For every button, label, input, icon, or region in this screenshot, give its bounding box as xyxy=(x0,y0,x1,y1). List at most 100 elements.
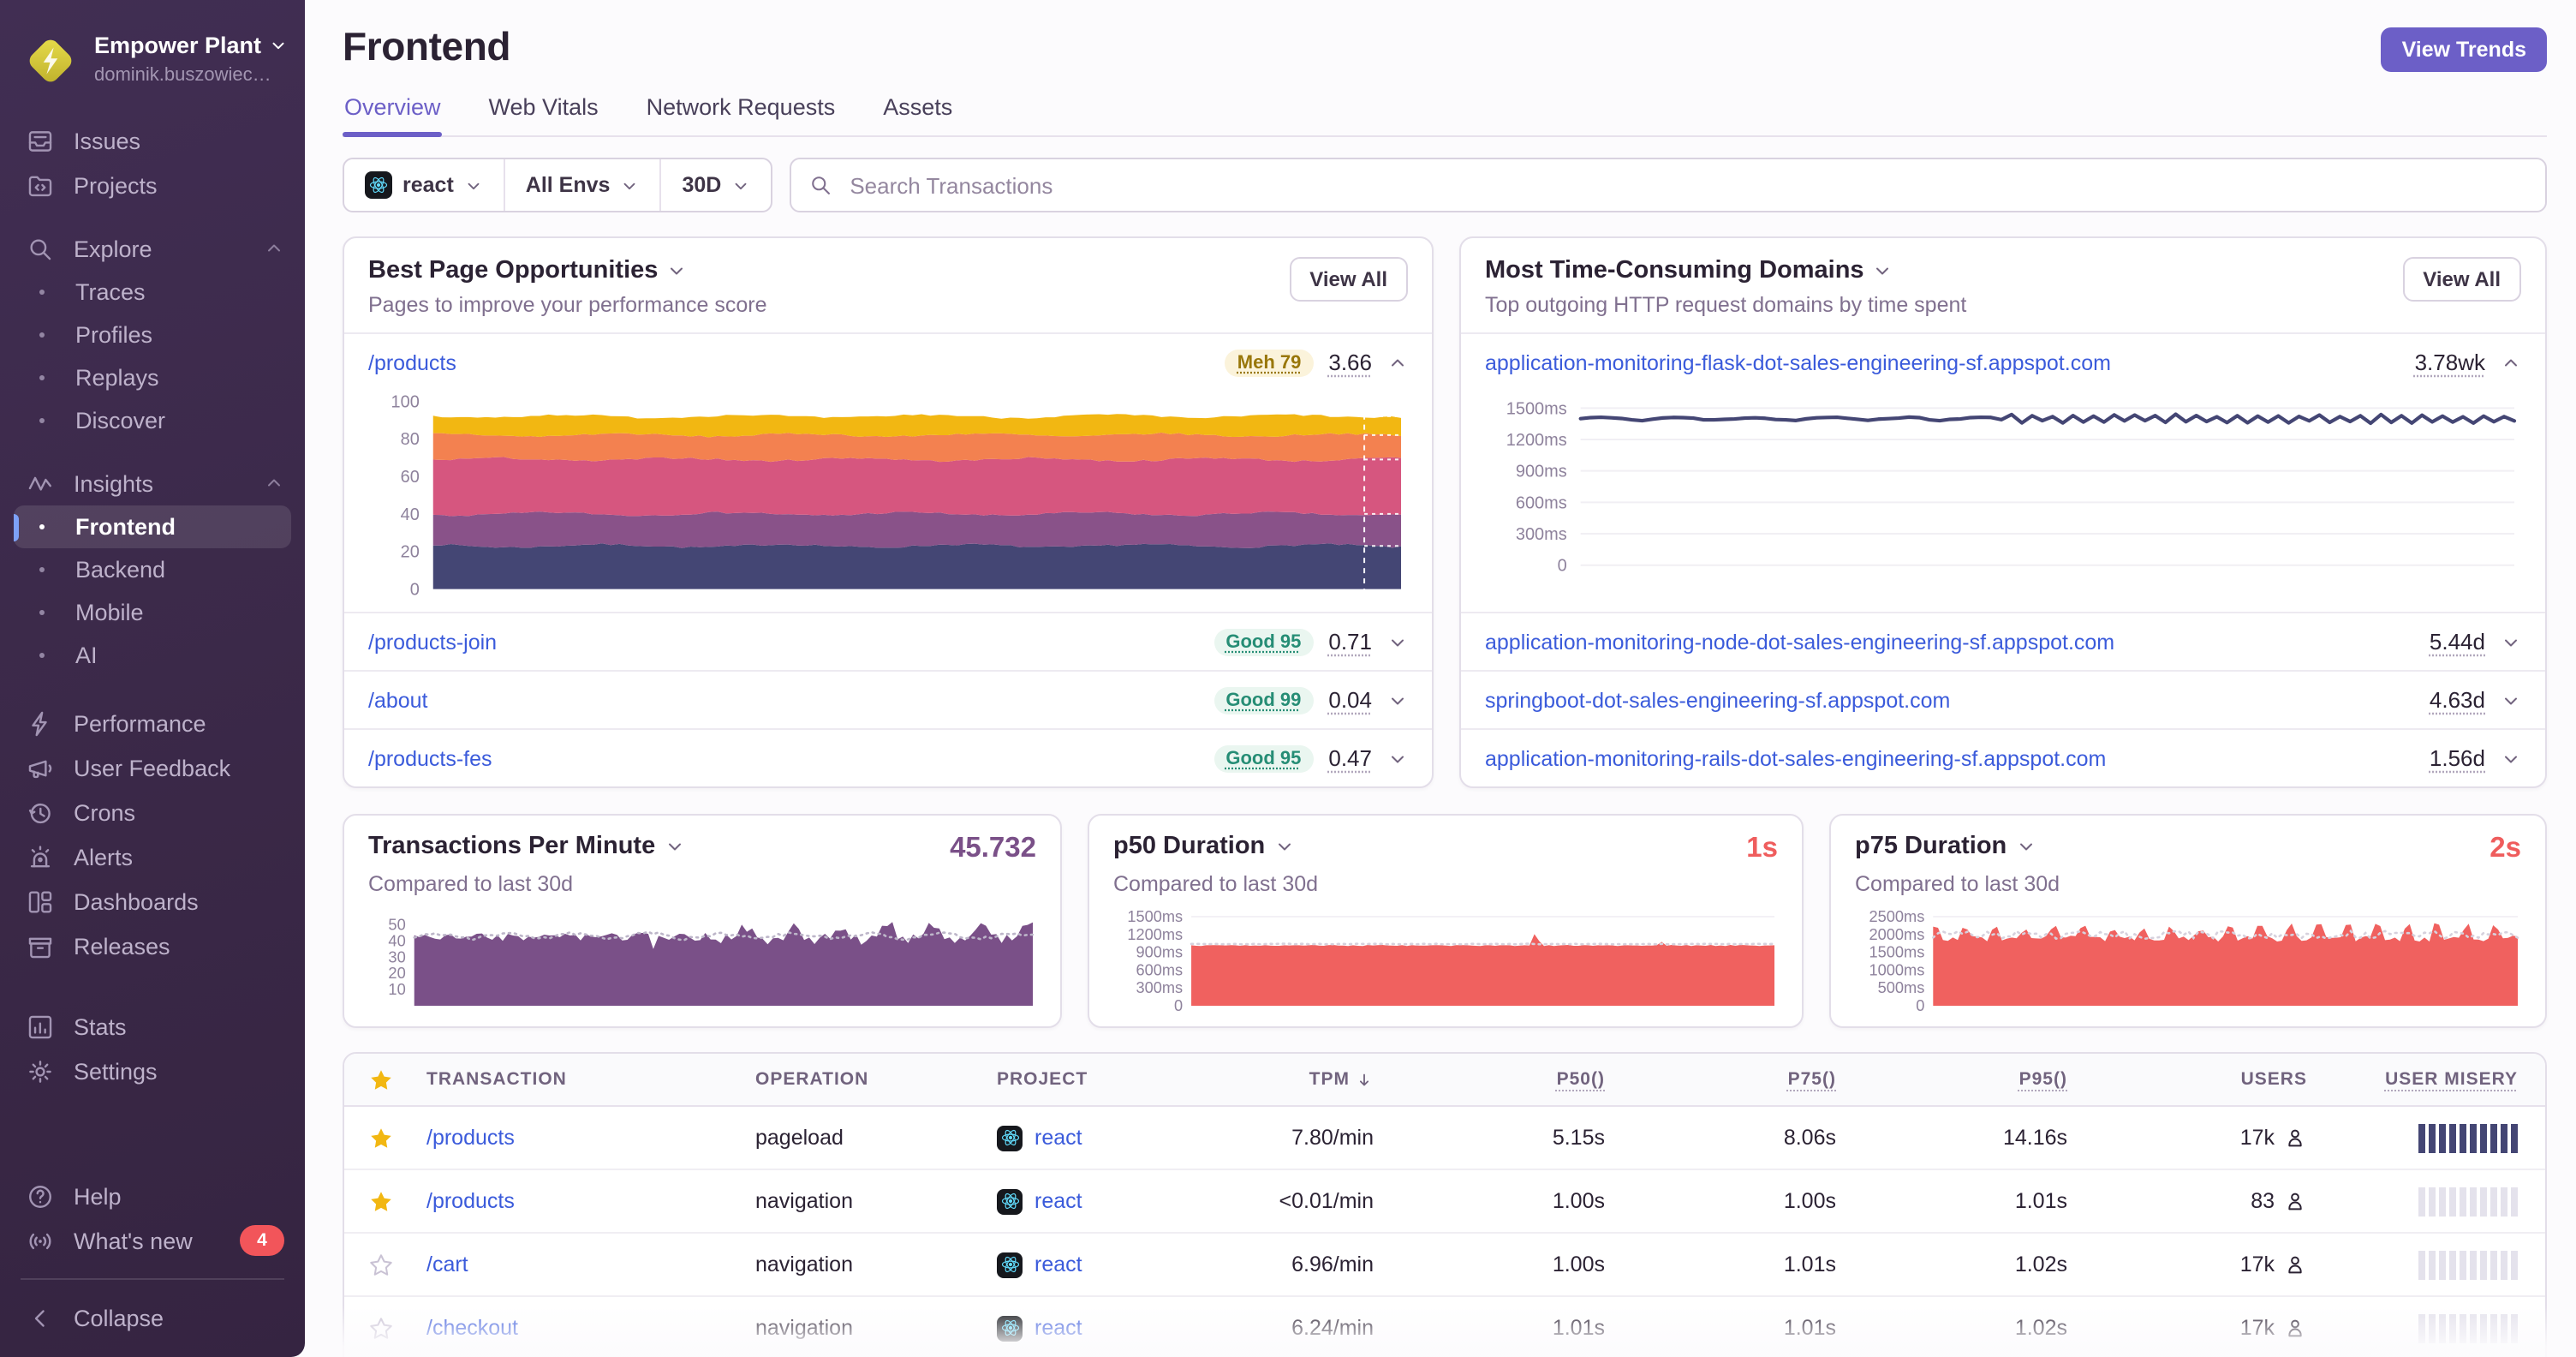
view-trends-button[interactable]: View Trends xyxy=(2381,27,2547,72)
chevron-up-icon[interactable] xyxy=(2501,352,2521,373)
sidebar-item-collapse[interactable]: Collapse xyxy=(0,1295,305,1340)
tab-overview[interactable]: Overview xyxy=(343,94,444,137)
score-badge[interactable]: Good 99 xyxy=(1213,686,1314,714)
domain-row-expanded[interactable]: application-monitoring-flask-dot-sales-e… xyxy=(1461,332,2545,391)
domain-link[interactable]: application-monitoring-rails-dot-sales-e… xyxy=(1485,746,2106,770)
chevron-down-icon[interactable] xyxy=(1387,690,1408,710)
table-row[interactable]: /products pageload react 7.80/min 5.15s 8.06s… xyxy=(344,1107,2545,1170)
tab-network-requests[interactable]: Network Requests xyxy=(645,94,838,135)
sidebar-item-discover[interactable]: Discover xyxy=(0,399,305,442)
environment-filter[interactable]: All Envs xyxy=(505,159,662,211)
project-cell[interactable]: react xyxy=(987,1315,1243,1341)
transaction-link[interactable]: /checkout xyxy=(416,1316,755,1340)
chevron-up-icon[interactable] xyxy=(1387,352,1408,373)
sidebar-item-issues[interactable]: Issues xyxy=(0,118,305,163)
chevron-down-icon[interactable] xyxy=(1387,748,1408,768)
time-spent-value[interactable]: 1.56d xyxy=(2430,745,2485,771)
project-link[interactable]: react xyxy=(1035,1189,1082,1213)
domain-row[interactable]: application-monitoring-rails-dot-sales-e… xyxy=(1461,728,2545,786)
time-spent-value[interactable]: 4.63d xyxy=(2430,687,2485,713)
view-all-button[interactable]: View All xyxy=(2402,257,2521,302)
col-p95[interactable]: P95() xyxy=(2019,1069,2091,1090)
tab-assets[interactable]: Assets xyxy=(881,94,954,135)
time-spent-value[interactable]: 5.44d xyxy=(2430,629,2485,655)
page-row[interactable]: /products-join Good 95 0.71 xyxy=(344,612,1432,670)
date-range-filter[interactable]: 30D xyxy=(661,159,771,211)
tab-web-vitals[interactable]: Web Vitals xyxy=(487,94,600,135)
panel-title-row[interactable]: p50 Duration xyxy=(1113,833,1294,860)
sidebar-item-alerts[interactable]: Alerts xyxy=(0,834,305,879)
sidebar-item-mobile[interactable]: Mobile xyxy=(0,591,305,634)
project-link[interactable]: react xyxy=(1035,1252,1082,1276)
panel-title-row[interactable]: Transactions Per Minute xyxy=(368,833,684,860)
page-link[interactable]: /products xyxy=(368,350,456,374)
col-tpm[interactable]: TPM xyxy=(1309,1069,1398,1090)
opportunity-score[interactable]: 0.47 xyxy=(1328,745,1372,771)
sidebar-item-crons[interactable]: Crons xyxy=(0,790,305,834)
panel-title-row[interactable]: p75 Duration xyxy=(1855,833,2036,860)
chevron-down-icon[interactable] xyxy=(2501,631,2521,652)
opportunity-score[interactable]: 3.66 xyxy=(1328,350,1372,375)
col-project[interactable]: PROJECT xyxy=(987,1069,1243,1090)
star-filled-icon[interactable] xyxy=(344,1125,416,1151)
chevron-down-icon[interactable] xyxy=(1387,631,1408,652)
project-link[interactable]: react xyxy=(1035,1126,1082,1150)
domain-row[interactable]: application-monitoring-node-dot-sales-en… xyxy=(1461,612,2545,670)
view-all-button[interactable]: View All xyxy=(1289,257,1408,302)
star-outline-icon[interactable] xyxy=(344,1315,416,1341)
col-user-misery[interactable]: USER MISERY xyxy=(2385,1069,2545,1090)
project-link[interactable]: react xyxy=(1035,1316,1082,1340)
table-row[interactable]: /cart navigation react 6.96/min 1.00s 1.01s 1.… xyxy=(344,1234,2545,1297)
sidebar-item-ai[interactable]: AI xyxy=(0,634,305,677)
sidebar-item-settings[interactable]: Settings xyxy=(0,1049,305,1093)
sidebar-item-frontend[interactable]: Frontend xyxy=(14,505,291,548)
domain-link[interactable]: application-monitoring-node-dot-sales-en… xyxy=(1485,630,2114,654)
col-transaction[interactable]: TRANSACTION xyxy=(416,1069,755,1090)
page-link[interactable]: /products-join xyxy=(368,630,497,654)
sidebar-item-performance[interactable]: Performance xyxy=(0,701,305,745)
page-link[interactable]: /products-fes xyxy=(368,746,492,770)
sidebar-item-stats[interactable]: Stats xyxy=(0,1004,305,1049)
page-row[interactable]: /about Good 99 0.04 xyxy=(344,670,1432,728)
score-badge[interactable]: Good 95 xyxy=(1213,628,1314,655)
project-cell[interactable]: react xyxy=(987,1125,1243,1151)
sidebar-section-insights[interactable]: Insights xyxy=(0,461,305,505)
sidebar-item-user-feedback[interactable]: User Feedback xyxy=(0,745,305,790)
star-column-header[interactable] xyxy=(344,1067,416,1092)
sidebar-section-explore[interactable]: Explore xyxy=(0,226,305,271)
sidebar-item-traces[interactable]: Traces xyxy=(0,271,305,314)
transaction-link[interactable]: /products xyxy=(416,1126,755,1150)
domain-link[interactable]: springboot-dot-sales-engineering-sf.apps… xyxy=(1485,688,1950,712)
col-operation[interactable]: OPERATION xyxy=(755,1069,987,1090)
score-badge[interactable]: Meh 79 xyxy=(1225,349,1314,376)
project-cell[interactable]: react xyxy=(987,1252,1243,1277)
score-badge[interactable]: Good 95 xyxy=(1213,744,1314,772)
star-outline-icon[interactable] xyxy=(344,1252,416,1277)
transaction-link[interactable]: /cart xyxy=(416,1252,755,1276)
sidebar-item-releases[interactable]: Releases xyxy=(0,924,305,968)
star-filled-icon[interactable] xyxy=(344,1188,416,1214)
sidebar-item-help[interactable]: Help xyxy=(0,1174,305,1218)
sidebar-item-projects[interactable]: Projects xyxy=(0,163,305,207)
panel-title-row[interactable]: Best Page Opportunities xyxy=(368,257,767,284)
opportunity-score[interactable]: 0.04 xyxy=(1328,687,1372,713)
sidebar-item-dashboards[interactable]: Dashboards xyxy=(0,879,305,924)
transaction-link[interactable]: /products xyxy=(416,1189,755,1213)
table-row[interactable]: /products navigation react <0.01/min 1.00s 1.… xyxy=(344,1170,2545,1234)
chevron-down-icon[interactable] xyxy=(2501,690,2521,710)
domain-row[interactable]: springboot-dot-sales-engineering-sf.apps… xyxy=(1461,670,2545,728)
time-spent-value[interactable]: 3.78wk xyxy=(2415,350,2485,375)
opportunity-score[interactable]: 0.71 xyxy=(1328,629,1372,655)
project-cell[interactable]: react xyxy=(987,1188,1243,1214)
project-filter[interactable]: react xyxy=(344,159,505,211)
sidebar-item-profiles[interactable]: Profiles xyxy=(0,314,305,356)
col-p50[interactable]: P50() xyxy=(1557,1069,1629,1090)
col-users[interactable]: USERS xyxy=(2241,1069,2331,1090)
sidebar-item-backend[interactable]: Backend xyxy=(0,548,305,591)
page-link[interactable]: /about xyxy=(368,688,428,712)
chevron-down-icon[interactable] xyxy=(2501,748,2521,768)
table-row[interactable]: /checkout navigation react 6.24/min 1.01s 1.0… xyxy=(344,1297,2545,1357)
page-row[interactable]: /products-fes Good 95 0.47 xyxy=(344,728,1432,786)
panel-title-row[interactable]: Most Time-Consuming Domains xyxy=(1485,257,1966,284)
search-input[interactable] xyxy=(846,170,2528,200)
